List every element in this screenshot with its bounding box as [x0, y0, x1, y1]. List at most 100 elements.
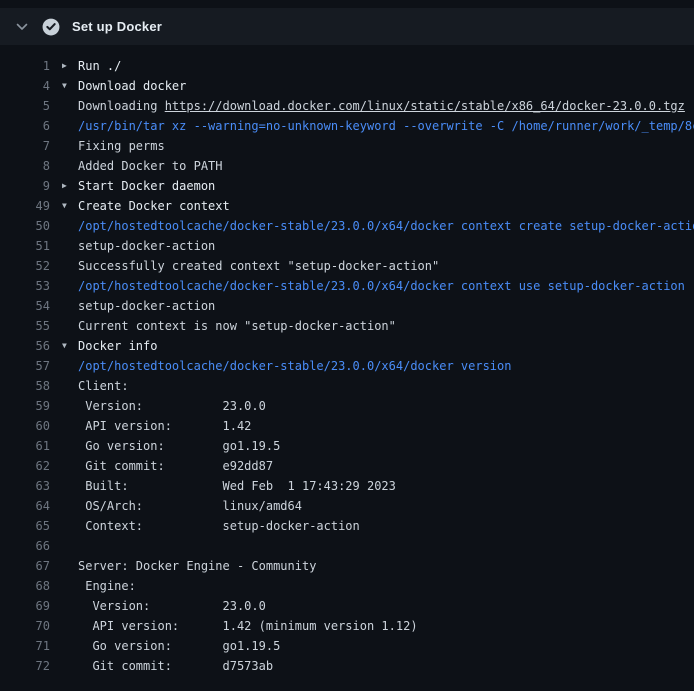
- line-number[interactable]: 8: [0, 156, 50, 176]
- log-group-title: Docker info: [78, 339, 157, 353]
- arrow-spacer: [62, 516, 78, 536]
- line-number[interactable]: 53: [0, 276, 50, 296]
- log-text: setup-docker-action: [78, 296, 694, 316]
- line-number[interactable]: 54: [0, 296, 50, 316]
- line-number[interactable]: 49: [0, 196, 50, 216]
- line-number[interactable]: 58: [0, 376, 50, 396]
- log-text: /opt/hostedtoolcache/docker-stable/23.0.…: [78, 276, 694, 296]
- log-command-text: /opt/hostedtoolcache/docker-stable/23.0.…: [78, 219, 694, 233]
- log-text-segment: Current context is now "setup-docker-act…: [78, 319, 396, 333]
- log-text: Engine:: [78, 576, 694, 596]
- arrow-spacer: [62, 436, 78, 456]
- arrow-spacer: [62, 256, 78, 276]
- line-number[interactable]: 50: [0, 216, 50, 236]
- log-group-header[interactable]: 9▶Start Docker daemon: [0, 176, 694, 196]
- line-number[interactable]: 7: [0, 136, 50, 156]
- arrow-spacer: [62, 536, 78, 556]
- arrow-spacer: [62, 396, 78, 416]
- log-text-segment: Version: 23.0.0: [78, 399, 266, 413]
- line-number[interactable]: 61: [0, 436, 50, 456]
- line-number[interactable]: 9: [0, 176, 50, 196]
- log-line: 58 Client:: [0, 376, 694, 396]
- line-number[interactable]: 69: [0, 596, 50, 616]
- line-number[interactable]: 6: [0, 116, 50, 136]
- log-text: Create Docker context: [78, 196, 694, 216]
- log-line: 70 API version: 1.42 (minimum version 1.…: [0, 616, 694, 636]
- line-number[interactable]: 1: [0, 56, 50, 76]
- group-collapsed-icon[interactable]: ▶: [62, 176, 78, 196]
- group-expanded-icon[interactable]: ▼: [62, 196, 78, 216]
- line-number[interactable]: 56: [0, 336, 50, 356]
- step-header[interactable]: Set up Docker: [0, 8, 694, 46]
- log-group-header[interactable]: 56 ▼Docker info: [0, 336, 694, 356]
- line-number[interactable]: 51: [0, 236, 50, 256]
- line-number[interactable]: 66: [0, 536, 50, 556]
- log-line: 63 Built: Wed Feb 1 17:43:29 2023: [0, 476, 694, 496]
- line-number[interactable]: 52: [0, 256, 50, 276]
- actions-log-viewer: Set up Docker 1▶Run ./4▼Download docker5…: [0, 8, 694, 691]
- log-text: Added Docker to PATH: [78, 156, 694, 176]
- log-text: API version: 1.42: [78, 416, 694, 436]
- log-line: 69 Version: 23.0.0: [0, 596, 694, 616]
- log-text: Client:: [78, 376, 694, 396]
- group-expanded-icon[interactable]: ▼: [62, 336, 78, 356]
- log-text: Downloading https://download.docker.com/…: [78, 96, 694, 116]
- log-group-title: Run ./: [78, 59, 121, 73]
- group-expanded-icon[interactable]: ▼: [62, 76, 78, 96]
- arrow-spacer: [62, 656, 78, 676]
- log-text: /opt/hostedtoolcache/docker-stable/23.0.…: [78, 216, 694, 236]
- log-line: 71 Go version: go1.19.5: [0, 636, 694, 656]
- line-number[interactable]: 67: [0, 556, 50, 576]
- log-text-segment: Added Docker to PATH: [78, 159, 223, 173]
- line-number[interactable]: 5: [0, 96, 50, 116]
- log-group-title: Download docker: [78, 79, 186, 93]
- log-line: 60 API version: 1.42: [0, 416, 694, 436]
- log-text-segment: Git commit: d7573ab: [78, 659, 273, 673]
- line-number[interactable]: 62: [0, 456, 50, 476]
- log-link[interactable]: https://download.docker.com/linux/static…: [165, 99, 685, 113]
- log-text: Server: Docker Engine - Community: [78, 556, 694, 576]
- log-group-header[interactable]: 1 ▶Run ./: [0, 56, 694, 76]
- arrow-spacer: [62, 496, 78, 516]
- arrow-spacer: [62, 456, 78, 476]
- log-line: 57/opt/hostedtoolcache/docker-stable/23.…: [0, 356, 694, 376]
- arrow-spacer: [62, 96, 78, 116]
- line-number[interactable]: 59: [0, 396, 50, 416]
- line-number[interactable]: 72: [0, 656, 50, 676]
- log-text: API version: 1.42 (minimum version 1.12): [78, 616, 694, 636]
- line-number[interactable]: 63: [0, 476, 50, 496]
- log-text-segment: Successfully created context "setup-dock…: [78, 259, 439, 273]
- line-number[interactable]: 57: [0, 356, 50, 376]
- log-text-segment: Server: Docker Engine - Community: [78, 559, 316, 573]
- chevron-down-icon[interactable]: [14, 19, 30, 35]
- arrow-spacer: [62, 356, 78, 376]
- log-line: 72 Git commit: d7573ab: [0, 656, 694, 676]
- log-group-header[interactable]: 49 ▼Create Docker context: [0, 196, 694, 216]
- line-number[interactable]: 4: [0, 76, 50, 96]
- line-number[interactable]: 70: [0, 616, 50, 636]
- line-number[interactable]: 68: [0, 576, 50, 596]
- log-text-segment: Built: Wed Feb 1 17:43:29 2023: [78, 479, 396, 493]
- log-line: 65 Context: setup-docker-action: [0, 516, 694, 536]
- log-line: 53/opt/hostedtoolcache/docker-stable/23.…: [0, 276, 694, 296]
- group-collapsed-icon[interactable]: ▶: [62, 56, 78, 76]
- log-text-segment: Client:: [78, 379, 129, 393]
- line-number[interactable]: 71: [0, 636, 50, 656]
- log-content: 1▶Run ./4▼Download docker5Downloading ht…: [0, 46, 694, 676]
- line-number[interactable]: 64: [0, 496, 50, 516]
- line-number[interactable]: 60: [0, 416, 50, 436]
- line-number[interactable]: 55: [0, 316, 50, 336]
- check-circle-icon: [42, 18, 60, 36]
- arrow-spacer: [62, 556, 78, 576]
- log-text-segment: API version: 1.42 (minimum version 1.12): [78, 619, 418, 633]
- arrow-spacer: [62, 116, 78, 136]
- log-group-header[interactable]: 4 ▼Download docker: [0, 76, 694, 96]
- arrow-spacer: [62, 296, 78, 316]
- log-line: 68 Engine:: [0, 576, 694, 596]
- arrow-spacer: [62, 636, 78, 656]
- log-line: 62 Git commit: e92dd87: [0, 456, 694, 476]
- log-text: Git commit: e92dd87: [78, 456, 694, 476]
- log-line: 50/opt/hostedtoolcache/docker-stable/23.…: [0, 216, 694, 236]
- line-number[interactable]: 65: [0, 516, 50, 536]
- log-text-segment: Engine:: [78, 579, 136, 593]
